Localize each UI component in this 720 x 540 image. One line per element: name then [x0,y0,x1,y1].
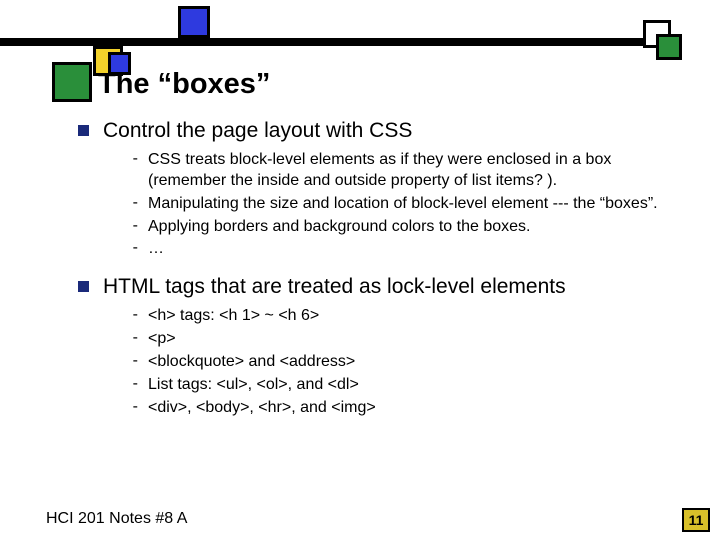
sub-bullet: - List tags: <ul>, <ol>, and <dl> [128,375,678,396]
sub-bullet-text: Manipulating the size and location of bl… [148,194,658,215]
sub-bullet: - … [128,239,678,260]
dash-icon: - [128,352,138,370]
slide-body: Control the page layout with CSS - CSS t… [78,118,678,432]
bullet-level1: Control the page layout with CSS [78,118,678,144]
sub-bullet-text: List tags: <ul>, <ol>, and <dl> [148,375,359,396]
sub-bullet: - Manipulating the size and location of … [128,194,678,215]
dash-icon: - [128,217,138,235]
header-rule [0,38,680,46]
sub-bullet: - Applying borders and background colors… [128,217,678,238]
sub-bullet-text: <div>, <body>, <hr>, and <img> [148,398,376,419]
sub-bullet-text: CSS treats block-level elements as if th… [148,150,678,192]
sub-bullet: - CSS treats block-level elements as if … [128,150,678,192]
sub-bullet: - <blockquote> and <address> [128,352,678,373]
square-green-right-icon [656,34,682,60]
dash-icon: - [128,375,138,393]
sub-bullet-text: <blockquote> and <address> [148,352,355,373]
sub-bullet: - <h> tags: <h 1> ~ <h 6> [128,306,678,327]
square-green-left-icon [52,62,92,102]
page-number-badge: 11 [682,508,710,532]
square-bullet-icon [78,125,89,136]
dash-icon: - [128,194,138,212]
square-blue-mid-icon [108,52,131,75]
dash-icon: - [128,306,138,324]
dash-icon: - [128,150,138,168]
dash-icon: - [128,329,138,347]
square-bullet-icon [78,281,89,292]
sub-bullet-text: <p> [148,329,176,350]
dash-icon: - [128,239,138,257]
bullet-level1: HTML tags that are treated as lock-level… [78,274,678,300]
sub-bullet-text: … [148,239,164,260]
square-blue-top-icon [178,6,210,38]
footer-text: HCI 201 Notes #8 A [46,510,187,528]
page-number: 11 [689,512,704,528]
sub-bullet: - <p> [128,329,678,350]
sub-bullet-group: - CSS treats block-level elements as if … [128,150,678,260]
bullet-text: Control the page layout with CSS [103,118,412,144]
sub-bullet-text: <h> tags: <h 1> ~ <h 6> [148,306,319,327]
sub-bullet-group: - <h> tags: <h 1> ~ <h 6> - <p> - <block… [128,306,678,418]
dash-icon: - [128,398,138,416]
sub-bullet-text: Applying borders and background colors t… [148,217,530,238]
bullet-text: HTML tags that are treated as lock-level… [103,274,566,300]
sub-bullet: - <div>, <body>, <hr>, and <img> [128,398,678,419]
